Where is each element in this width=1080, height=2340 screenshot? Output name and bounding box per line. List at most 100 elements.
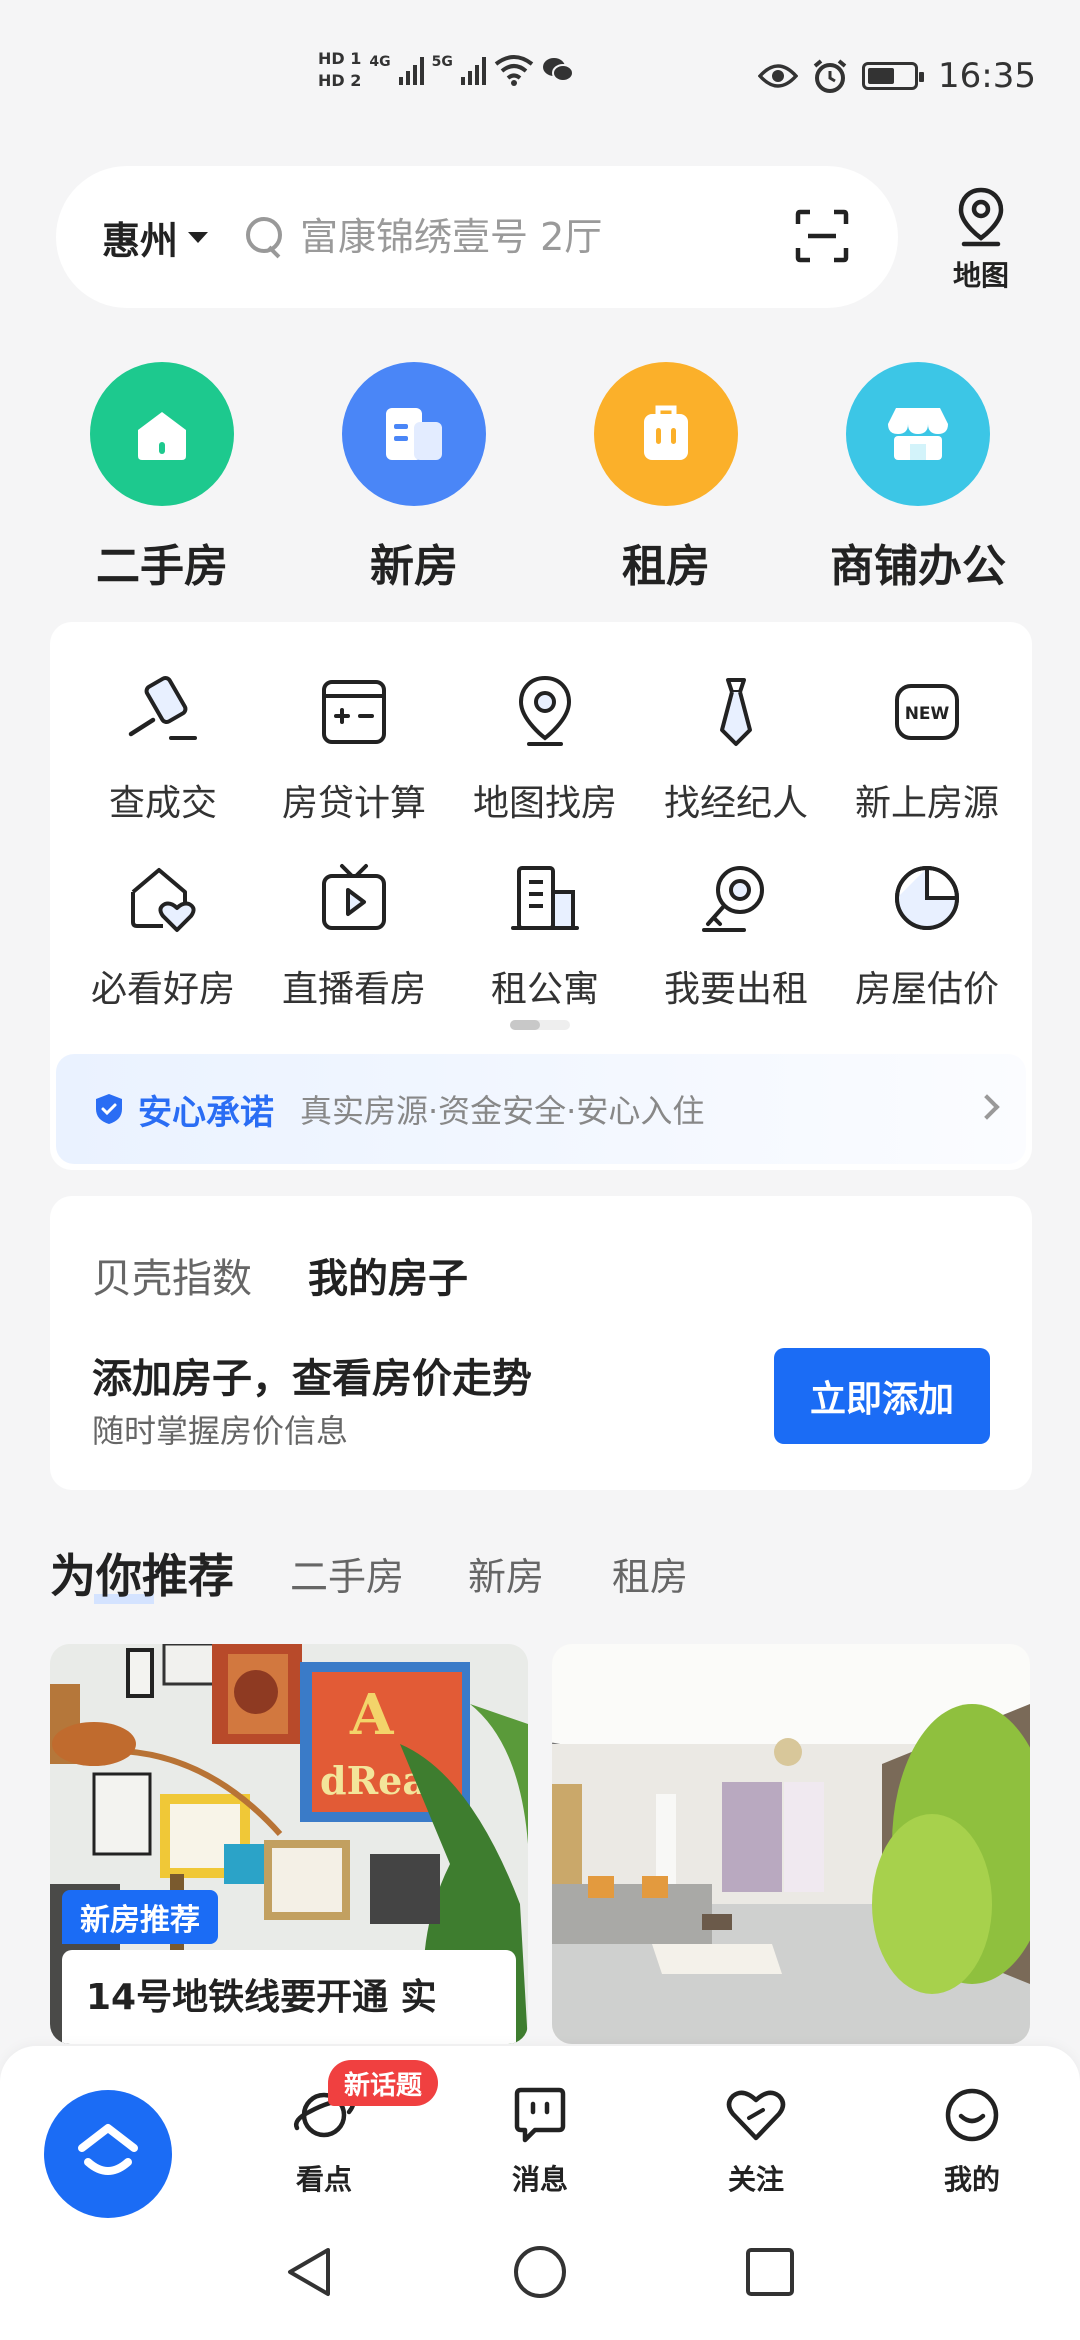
tool-loan-calculator[interactable]: 房贷计算: [259, 672, 449, 826]
promise-desc: 真实房源·资金安全·安心入住: [300, 1092, 705, 1130]
feed-title-box: 14号地铁线要开通 实: [62, 1950, 516, 2044]
category-label: 商铺办公: [830, 541, 1006, 592]
add-house-button[interactable]: 立即添加: [774, 1348, 990, 1444]
svg-text:A: A: [349, 1682, 395, 1748]
tv-play-icon: [322, 864, 386, 930]
status-right: 16:35: [758, 56, 1036, 96]
tool-label: 我要出租: [663, 969, 808, 1010]
new-home-badge: 新房推荐: [62, 1890, 218, 1944]
nav-profile[interactable]: 我的: [912, 2082, 1032, 2198]
add-house-title: 添加房子，查看房价走势: [92, 1356, 532, 1402]
signal-bars-icon: [460, 55, 486, 85]
tools-card: 查成交 房贷计算 地图找房 找经纪人 NEW 新上房源 必看好房 直播看房 租公…: [50, 622, 1032, 1170]
hd-indicator: HD 1 HD 2: [318, 48, 361, 92]
alarm-icon: [813, 59, 847, 93]
nav-messages[interactable]: 消息: [480, 2082, 600, 2198]
home-button[interactable]: [44, 2090, 172, 2218]
tab-my-house[interactable]: 我的房子: [308, 1246, 468, 1306]
tool-deal-history[interactable]: 查成交: [68, 672, 258, 826]
status-bar: HD 1 HD 2 4G 5G 16:35: [0, 0, 1080, 140]
page-indicator: [510, 1020, 570, 1030]
wifi-icon: [494, 55, 534, 86]
tool-rent-out[interactable]: 我要出租: [641, 858, 831, 1012]
back-icon[interactable]: [282, 2244, 334, 2300]
pie-chart-icon: [895, 866, 959, 930]
tool-apartment[interactable]: 租公寓: [450, 858, 640, 1012]
map-button[interactable]: 地图: [946, 186, 1016, 294]
living-room-image: [552, 1644, 1030, 2044]
calculator-icon: [322, 680, 386, 744]
tab-second-hand[interactable]: 二手房: [290, 1546, 404, 1601]
building-icon: [342, 362, 486, 506]
recents-icon[interactable]: [744, 2246, 796, 2298]
tab-recommend[interactable]: 为你推荐: [50, 1540, 234, 1606]
search-input[interactable]: [300, 215, 751, 259]
nav-label: 关注: [727, 2163, 784, 2196]
tool-must-see[interactable]: 必看好房: [68, 858, 258, 1012]
tool-new-listings[interactable]: NEW 新上房源: [832, 672, 1022, 826]
tab-new-home[interactable]: 新房: [468, 1546, 544, 1601]
apartment-icon: [511, 866, 579, 930]
category-new-home[interactable]: 新房: [304, 362, 524, 594]
new-badge-icon: NEW: [895, 684, 959, 740]
tool-find-agent[interactable]: 找经纪人: [641, 672, 831, 826]
eye-icon: [758, 64, 799, 88]
tool-label: 房贷计算: [281, 783, 426, 824]
message-icon: [514, 2087, 566, 2143]
battery-icon: [862, 62, 925, 90]
system-navigation: [0, 2220, 1080, 2340]
home-icon: [90, 362, 234, 506]
category-shop-office[interactable]: 商铺办公: [808, 362, 1028, 594]
tool-label: 房屋估价: [854, 969, 999, 1010]
status-left: HD 1 HD 2 4G 5G: [318, 48, 574, 92]
tool-label: 地图找房: [472, 783, 617, 824]
feed-card-news[interactable]: A dRea 新房推荐 14号地铁线要开通 实: [50, 1644, 528, 2044]
tool-live-tour[interactable]: 直播看房: [259, 858, 449, 1012]
key-icon: [702, 866, 764, 932]
svg-text:NEW: NEW: [905, 704, 950, 724]
network-5g-label: 5G: [431, 54, 453, 70]
map-pin-icon: [958, 187, 1004, 247]
smile-icon: [945, 2088, 999, 2142]
shop-icon: [846, 362, 990, 506]
my-house-card: 贝壳指数 我的房子 添加房子，查看房价走势 随时掌握房价信息 立即添加: [50, 1196, 1032, 1490]
city-label: 惠州: [102, 218, 179, 263]
search-icon: [246, 217, 286, 257]
tool-label: 租公寓: [490, 969, 599, 1010]
suitcase-icon: [594, 362, 738, 506]
add-house-subtitle: 随时掌握房价信息: [92, 1412, 349, 1450]
main-categories: 二手房 新房 租房 商铺办公: [0, 362, 1080, 592]
category-label: 租房: [622, 541, 710, 592]
agent-tie-icon: [720, 678, 752, 746]
nav-label: 消息: [511, 2163, 568, 2196]
heart-house-icon: [131, 868, 196, 932]
wechat-icon: [542, 58, 574, 82]
home-circle-icon[interactable]: [512, 2244, 568, 2300]
beike-logo-icon: [78, 2124, 138, 2175]
tab-beike-index[interactable]: 贝壳指数: [92, 1246, 252, 1304]
search-bar[interactable]: 惠州: [56, 166, 898, 308]
tool-label: 直播看房: [281, 969, 426, 1010]
map-pin-icon: [518, 675, 572, 746]
tool-valuation[interactable]: 房屋估价: [832, 858, 1022, 1012]
hd1-label: HD 1: [318, 49, 362, 68]
category-label: 二手房: [96, 541, 228, 592]
nav-label: 我的: [943, 2163, 1000, 2196]
clock-time: 16:35: [938, 56, 1036, 96]
caret-down-icon: [188, 231, 209, 243]
nav-follow[interactable]: 关注: [696, 2082, 816, 2198]
city-selector[interactable]: 惠州: [102, 210, 209, 265]
tab-rent[interactable]: 租房: [612, 1546, 688, 1601]
scan-icon[interactable]: [792, 206, 852, 266]
tool-map-search[interactable]: 地图找房: [450, 672, 640, 826]
category-rent[interactable]: 租房: [556, 362, 776, 594]
feed-card-listing[interactable]: [552, 1644, 1030, 2044]
shield-icon: [96, 1094, 122, 1124]
feed-title: 14号地铁线要开通 实: [86, 1977, 437, 2018]
tool-label: 查成交: [108, 783, 217, 824]
signal-bars-icon: [398, 55, 424, 85]
heart-icon: [726, 2090, 786, 2141]
promise-banner[interactable]: 安心承诺 真实房源·资金安全·安心入住: [56, 1054, 1026, 1164]
network-4g-label: 4G: [369, 54, 391, 70]
category-second-hand[interactable]: 二手房: [52, 362, 272, 594]
